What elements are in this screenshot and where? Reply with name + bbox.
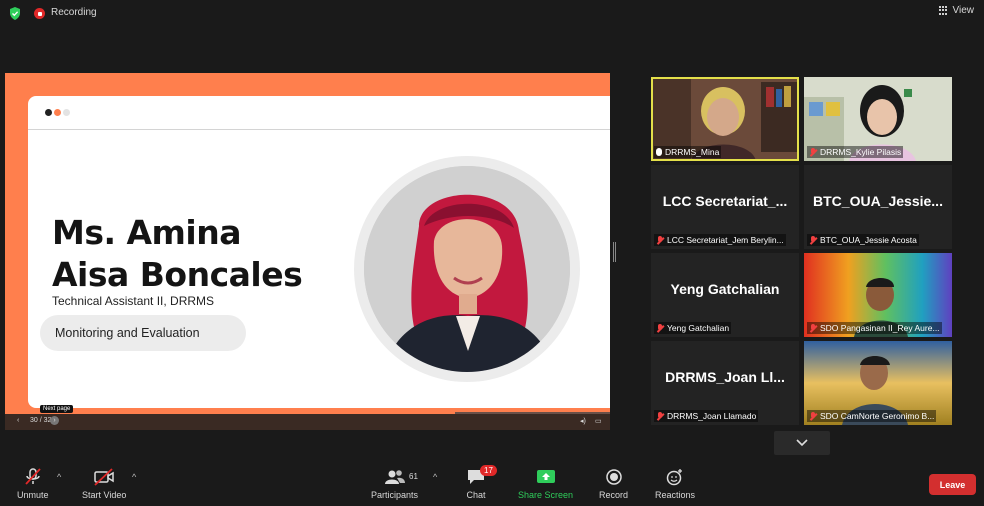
video-tile[interactable]: Yeng Gatchalian Yeng Gatchalian — [651, 253, 799, 337]
recording-label: Recording — [51, 7, 97, 18]
video-tile[interactable]: SDO Pangasinan II_Rey Aure... — [804, 253, 952, 337]
volume-icon[interactable]: ◂) — [580, 417, 586, 425]
video-options-caret[interactable]: ^ — [132, 472, 136, 482]
audio-options-caret[interactable]: ^ — [57, 472, 61, 482]
recording-icon[interactable] — [34, 8, 45, 19]
slide-card: Ms. Amina Aisa Boncales Technical Assist… — [28, 96, 610, 408]
mic-muted-icon — [809, 323, 817, 333]
divider — [28, 129, 610, 130]
unit-pill-label: Monitoring and Evaluation — [55, 326, 200, 340]
grid-icon — [938, 5, 949, 16]
participant-name-label: DRRMS_Mina — [654, 146, 722, 158]
mic-muted-icon — [809, 147, 817, 157]
mic-muted-icon — [809, 235, 817, 245]
video-tile[interactable]: SDO CamNorte Geronimo B... — [804, 341, 952, 425]
next-page-icon[interactable]: › — [50, 416, 59, 425]
chevron-down-icon — [796, 439, 808, 447]
view-button[interactable]: View — [938, 5, 975, 16]
splitter-handle[interactable] — [613, 242, 616, 262]
mic-muted-icon — [656, 235, 664, 245]
participant-display-name: DRRMS_Joan Ll... — [665, 369, 785, 385]
participants-icon — [384, 470, 405, 484]
record-icon — [605, 469, 622, 485]
participant-name-label: LCC Secretariat_Jem Berylin... — [654, 234, 786, 246]
shared-screen: Ms. Amina Aisa Boncales Technical Assist… — [5, 73, 610, 430]
emoji-icon — [666, 469, 683, 486]
mic-muted-icon — [809, 411, 817, 421]
prev-page-icon[interactable]: ‹ — [17, 417, 19, 424]
reactions-button[interactable]: Reactions — [655, 468, 695, 500]
presenter-name-line1: Ms. Amina — [52, 213, 242, 252]
participants-count: 61 — [409, 472, 418, 481]
participant-name-label: SDO Pangasinan II_Rey Aure... — [807, 322, 942, 334]
chat-unread-badge: 17 — [480, 465, 497, 476]
share-screen-icon — [536, 470, 555, 483]
camera-off-icon — [94, 468, 114, 486]
participant-name-label: SDO CamNorte Geronimo B... — [807, 410, 937, 422]
participant-name-label: BTC_OUA_Jessie Acosta — [807, 234, 919, 246]
mic-muted-icon — [656, 323, 664, 333]
page-indicator: 30 / 32 — [30, 417, 52, 424]
zoom-meeting-window: Recording View Ms. Amina Aisa Boncales T… — [0, 0, 984, 506]
more-participants-button[interactable] — [774, 431, 830, 455]
share-screen-button[interactable]: Share Screen — [518, 468, 573, 500]
shield-icon[interactable] — [9, 7, 21, 20]
start-video-button[interactable]: Start Video — [82, 468, 126, 500]
participant-name-label: DRRMS_Kylie Pilasis — [807, 146, 904, 158]
unmute-button[interactable]: Unmute — [17, 468, 49, 500]
view-label: View — [952, 5, 975, 16]
mic-icon — [656, 148, 662, 156]
slide-controls: ‹ 30 / 32 › ◂) ▭ — [5, 412, 610, 430]
participant-name-label: Yeng Gatchalian — [654, 322, 732, 334]
unit-pill: Monitoring and Evaluation — [40, 315, 246, 351]
presenter-name-line2: Aisa Boncales — [52, 255, 303, 294]
participants-options-caret[interactable]: ^ — [433, 472, 437, 482]
video-tile[interactable]: DRRMS_Kylie Pilasis — [804, 77, 952, 161]
video-tile[interactable]: LCC Secretariat_... LCC Secretariat_Jem … — [651, 165, 799, 249]
presenter-job-title: Technical Assistant II, DRRMS — [52, 294, 215, 308]
record-button[interactable]: Record — [599, 468, 628, 500]
leave-button[interactable]: Leave — [929, 474, 976, 495]
participant-display-name: LCC Secretariat_... — [662, 193, 788, 209]
participant-display-name: Yeng Gatchalian — [670, 281, 780, 297]
video-tile[interactable]: BTC_OUA_Jessie... BTC_OUA_Jessie Acosta — [804, 165, 952, 249]
participant-name-label: DRRMS_Joan Llamado — [654, 410, 759, 422]
video-tile[interactable]: DRRMS_Joan Ll... DRRMS_Joan Llamado — [651, 341, 799, 425]
next-page-tooltip: Next page — [40, 405, 74, 413]
presenter-photo — [364, 166, 570, 372]
fullscreen-icon[interactable]: ▭ — [595, 417, 602, 425]
top-bar: Recording View — [0, 0, 984, 26]
window-dots — [45, 109, 70, 116]
video-tile[interactable]: DRRMS_Mina — [651, 77, 799, 161]
mic-muted-icon — [25, 468, 41, 485]
participant-display-name: BTC_OUA_Jessie... — [813, 193, 943, 209]
mic-muted-icon — [656, 411, 664, 421]
